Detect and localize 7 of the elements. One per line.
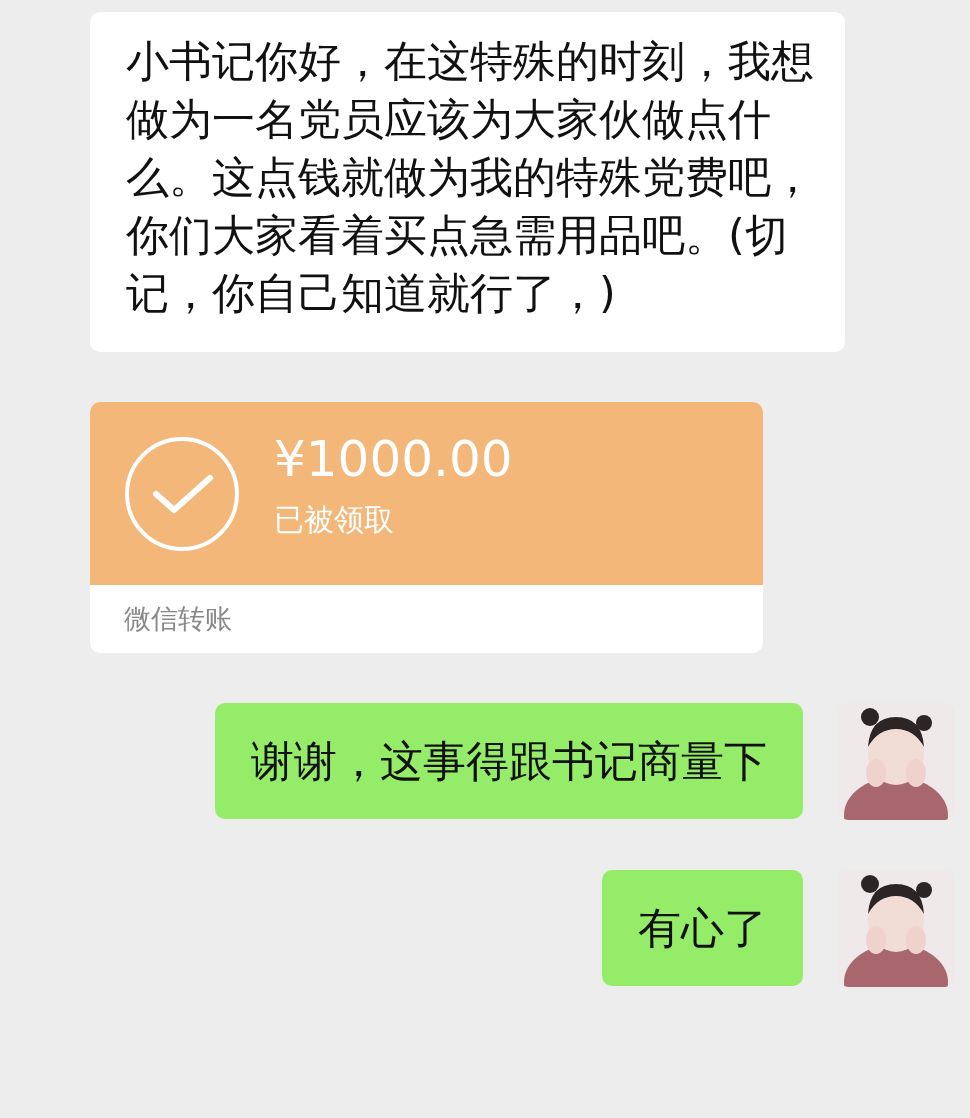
message-bubble: 有心了	[602, 870, 803, 986]
message-bubble: 小书记你好，在这特殊的时刻，我想做为一名党员应该为大家伙做点什么。这点钱就做为我的特殊党费吧，你们大家看着买点急需用品吧。(切记，你自己知道就行了，)	[90, 12, 845, 352]
transfer-label: 微信转账	[123, 602, 233, 636]
transfer-amount: ¥1000.00	[274, 429, 513, 488]
transfer-card[interactable]: ¥1000.00 已被领取 微信转账	[90, 402, 763, 653]
message-bubble: 谢谢，这事得跟书记商量下	[215, 703, 803, 819]
transfer-status: 已被领取	[274, 501, 395, 538]
